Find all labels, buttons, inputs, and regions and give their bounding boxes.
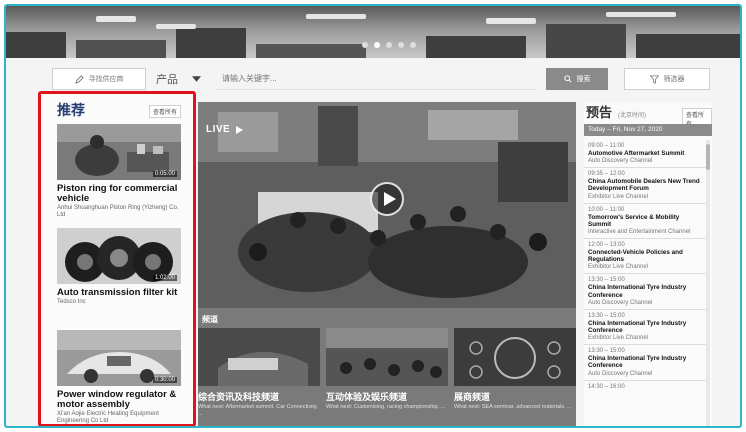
video-duration: 0:05:00 <box>152 171 177 177</box>
channel-name[interactable]: 展商频道 <box>454 390 576 403</box>
event-title[interactable]: Automotive Aftermarket Summit <box>588 150 704 157</box>
channel-next: What next: Aftermarket summit, Car Conne… <box>198 404 318 417</box>
channel-thumbnail[interactable] <box>454 328 576 386</box>
event-channel: Auto Discovery Channel <box>588 158 653 165</box>
page-frame: 寻找供应商 产品 搜索 筛选器 ‹ 推荐 查看所有 <box>4 4 742 428</box>
live-badge: LIVE <box>206 124 244 135</box>
channel-card[interactable]: 互动体验及娱乐频道 What next: Customising, racing… <box>326 328 448 426</box>
banner-dot[interactable] <box>398 42 404 48</box>
channel-card[interactable]: 综合资讯及科技频道 What next: Aftermarket summit,… <box>198 328 320 426</box>
banner-dot[interactable] <box>410 42 416 48</box>
event-channel: Exhibitor Live Channel <box>588 335 649 342</box>
search-button[interactable]: 搜索 <box>546 68 608 90</box>
video-duration: 0:30:00 <box>152 377 177 383</box>
recommend-item[interactable]: 1:02:00 Auto transmission filter kit Ted… <box>57 228 181 306</box>
recommend-item[interactable]: 0:05:00 Piston ring for commercial vehic… <box>57 124 181 219</box>
event-time: 14:30 – 16:00 <box>588 383 625 390</box>
pencil-icon <box>74 74 84 84</box>
schedule-item[interactable]: 09:35 – 12:00 China Automobile Dealers N… <box>584 168 706 204</box>
recommend-item-name[interactable]: Auto transmission filter kit <box>57 288 181 298</box>
event-channel: Auto Discovery Channel <box>588 299 653 306</box>
channel-next: What next: Customising, racing champions… <box>326 404 446 410</box>
schedule-item[interactable]: 12:00 – 13:00 Connected-Vehicle Policies… <box>584 239 706 275</box>
event-title[interactable]: China International Tyre Industry Confer… <box>588 284 704 298</box>
play-icon[interactable] <box>370 182 404 216</box>
event-channel: Exhibitor Live Channel <box>588 193 649 200</box>
schedule-panel: 预告 (北京时间) 查看所有 Today – Fri, Nov 27, 2020… <box>584 102 712 426</box>
play-small-icon <box>236 125 244 134</box>
channel-name[interactable]: 互动体验及娱乐频道 <box>326 390 448 403</box>
recommend-item-name[interactable]: Power window regulator & motor assembly <box>57 390 181 410</box>
chevron-down-icon <box>192 76 201 82</box>
recommend-item-name[interactable]: Piston ring for commercial vehicle <box>57 184 181 204</box>
recommend-title: 推荐 <box>57 102 85 118</box>
event-title[interactable]: Connected-Vehicle Policies and Regulatio… <box>588 249 704 263</box>
category-value: 产品 <box>156 74 178 86</box>
schedule-scrollbar[interactable] <box>706 140 710 426</box>
timezone-note: (北京时间) <box>618 113 646 119</box>
search-icon <box>563 75 572 83</box>
event-time: 13:30 – 15:00 <box>588 312 625 319</box>
channels-section: 频道 综合资讯及科技频道 What next: Aftermarket summ… <box>198 308 576 426</box>
event-channel: Interactive and Entertainment Channel <box>588 229 691 236</box>
banner-dot[interactable] <box>386 42 392 48</box>
find-exhibitor-label: 寻找供应商 <box>88 76 124 83</box>
hero-banner <box>6 6 740 58</box>
event-time: 09:00 – 11:00 <box>588 143 625 149</box>
event-time: 13:30 – 15:00 <box>588 277 625 284</box>
filter-button-label: 筛选器 <box>663 76 685 83</box>
channel-name[interactable]: 综合资讯及科技频道 <box>198 390 320 403</box>
recommend-thumbnail[interactable]: 0:05:00 <box>57 124 181 180</box>
search-bar: 寻找供应商 产品 搜索 筛选器 <box>52 68 712 90</box>
channel-thumbnail[interactable] <box>198 328 320 386</box>
event-title[interactable]: China International Tyre Industry Confer… <box>588 320 704 334</box>
schedule-list: 09:00 – 11:00 Automotive Aftermarket Sum… <box>584 140 706 393</box>
recommend-panel: 推荐 查看所有 0:05:00 Piston ring for commerci… <box>38 91 196 426</box>
event-channel: Auto Discovery Channel <box>588 370 653 377</box>
schedule-date-bar: Today – Fri, Nov 27, 2020 <box>584 124 712 136</box>
schedule-item[interactable]: 13:30 – 15:00 China International Tyre I… <box>584 310 706 346</box>
video-duration: 1:02:00 <box>152 275 177 281</box>
schedule-item[interactable]: 09:00 – 11:00 Automotive Aftermarket Sum… <box>584 140 706 169</box>
channel-thumbnail[interactable] <box>326 328 448 386</box>
schedule-item[interactable]: 13:30 – 15:00 China International Tyre I… <box>584 274 706 310</box>
find-exhibitor-button[interactable]: 寻找供应商 <box>52 68 146 90</box>
banner-pagination[interactable] <box>362 42 416 48</box>
banner-dot-active[interactable] <box>374 42 380 48</box>
channel-next: What next: SEA seminar, advanced materia… <box>454 404 572 410</box>
search-input[interactable] <box>216 68 536 90</box>
event-time: 09:35 – 12:00 <box>588 171 625 178</box>
recommend-view-all-button[interactable]: 查看所有 <box>149 105 182 118</box>
filter-icon <box>649 74 659 84</box>
search-button-label: 搜索 <box>576 76 591 83</box>
schedule-item[interactable]: 14:30 – 16:00 <box>584 381 706 393</box>
channels-header: 频道 <box>202 315 218 324</box>
live-label: LIVE <box>206 124 231 135</box>
recommend-thumbnail[interactable]: 0:30:00 <box>57 330 181 386</box>
category-select[interactable]: 产品 <box>156 68 216 90</box>
recommend-item-company: Xi'an Aojie Electric Heating Equipment E… <box>57 411 159 424</box>
filter-button[interactable]: 筛选器 <box>624 68 710 90</box>
live-video-player[interactable]: LIVE <box>198 102 576 308</box>
banner-dot[interactable] <box>362 42 368 48</box>
schedule-item[interactable]: 10:00 – 11:00 Tomorrow's Service & Mobil… <box>584 204 706 240</box>
event-time: 12:00 – 13:00 <box>588 242 625 249</box>
recommend-item[interactable]: 0:30:00 Power window regulator & motor a… <box>57 330 181 424</box>
recommend-thumbnail[interactable]: 1:02:00 <box>57 228 181 284</box>
event-time: 13:30 – 15:00 <box>588 348 625 355</box>
event-title[interactable]: China Automobile Dealers New Trend Devel… <box>588 178 704 192</box>
event-time: 10:00 – 11:00 <box>588 206 625 213</box>
channel-card[interactable]: 展商频道 What next: SEA seminar, advanced ma… <box>454 328 576 426</box>
event-title[interactable]: Tomorrow's Service & Mobility Summit <box>588 214 704 228</box>
event-title[interactable]: China International Tyre Industry Confer… <box>588 355 704 369</box>
recommend-item-company: Tedsco Inc <box>57 299 86 305</box>
recommend-item-company: Anhui Shuanghuan Piston Ring (Yizheng) C… <box>57 205 179 218</box>
schedule-item[interactable]: 13:30 – 15:00 China International Tyre I… <box>584 345 706 381</box>
schedule-title: 预告 <box>586 105 613 120</box>
event-channel: Exhibitor Live Channel <box>588 264 649 271</box>
